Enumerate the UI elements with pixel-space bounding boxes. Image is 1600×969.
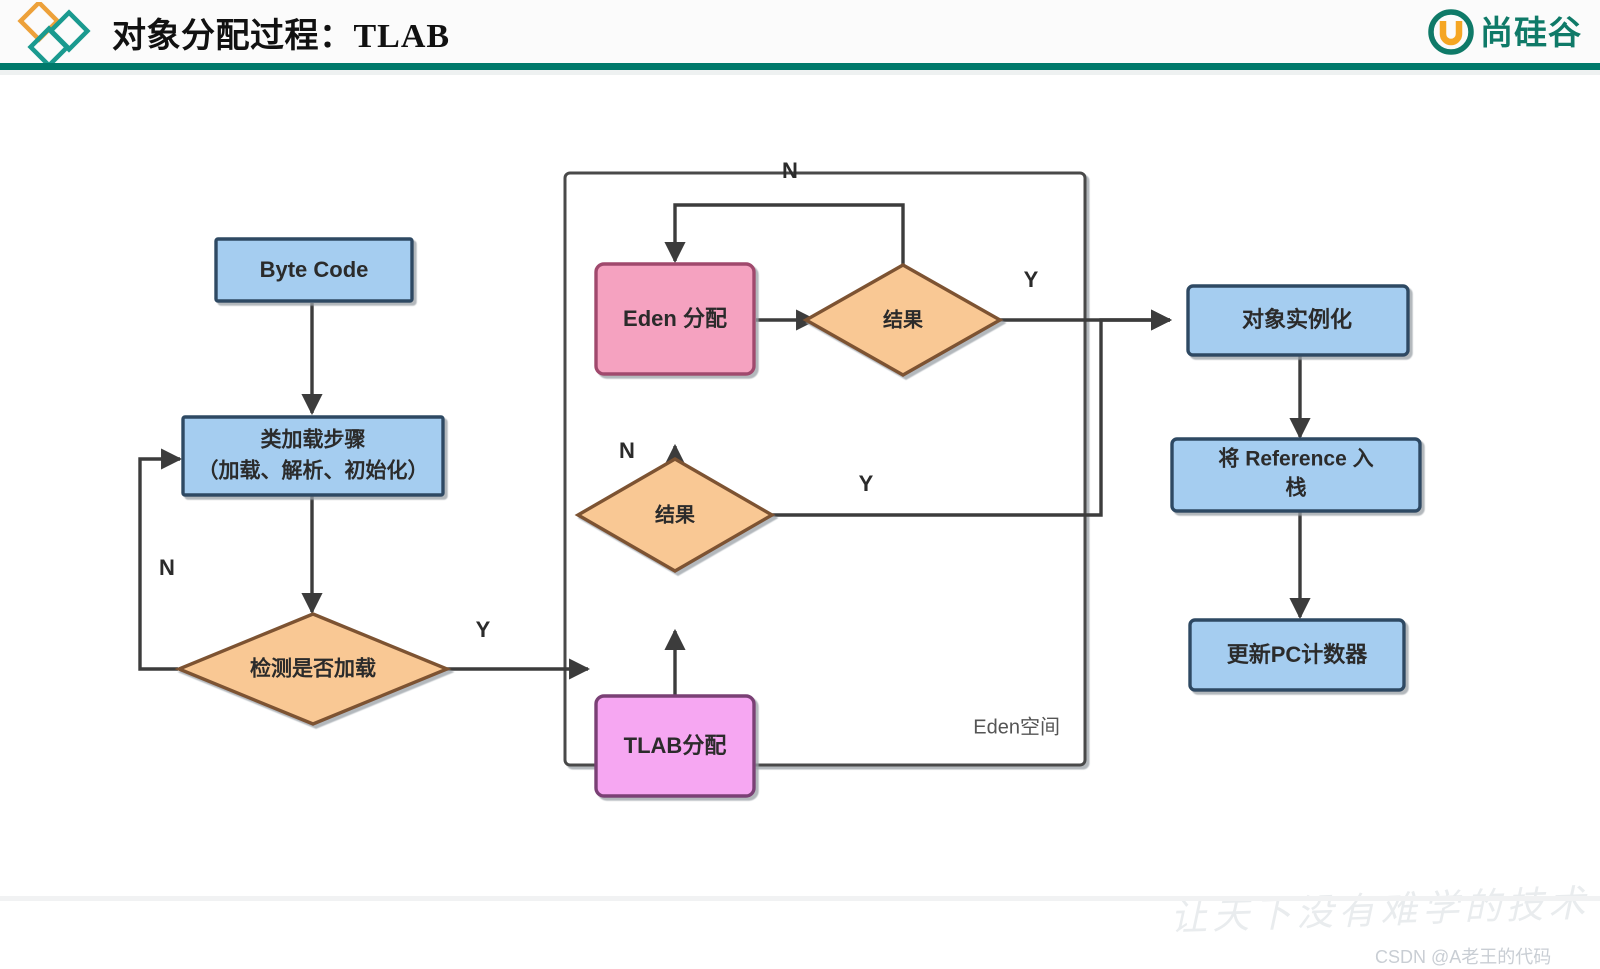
node-push-ref-label: 将 Reference 入 — [1218, 447, 1373, 471]
footer-divider — [0, 896, 1600, 901]
node-eden-alloc-label: Eden 分配 — [623, 306, 727, 331]
node-push-ref: 将 Reference 入 栈 — [1170, 437, 1422, 513]
node-push-ref-label2: 栈 — [1286, 476, 1307, 500]
page-title-latin: TLAB — [353, 18, 451, 55]
node-eden-result-label: 结果 — [883, 307, 923, 331]
node-tlab-result-label: 结果 — [655, 502, 695, 526]
node-update-pc-label: 更新PC计数器 — [1227, 642, 1369, 667]
page-title-colon: ： — [319, 17, 354, 55]
node-tlab-alloc-label: TLAB分配 — [624, 733, 727, 758]
brand-logo-text: 尚硅谷 — [1480, 13, 1582, 51]
watermark-csdn: CSDN @A老王的代码 — [1375, 947, 1552, 967]
edge-label-check-y: Y — [476, 617, 491, 642]
page-title: 对象分配过程：TLAB — [112, 8, 450, 57]
edge-label-tlab-n: N — [619, 438, 635, 463]
edge-label-eden-y: Y — [1024, 267, 1039, 292]
node-instantiate-label: 对象实例化 — [1242, 307, 1352, 332]
eden-space-container: Eden空间 — [563, 171, 1087, 767]
slide-header: 对象分配过程：TLAB 尚硅谷 — [0, 0, 1600, 69]
edge-label-eden-n: N — [782, 158, 798, 183]
node-class-load: 类加载步骤 （加载、解析、初始化） — [181, 415, 445, 497]
node-byte-code: Byte Code — [214, 237, 414, 303]
slide-body: Eden空间 类加载步骤 (left loop) --> N TLAB分配 --… — [0, 75, 1600, 967]
node-eden-alloc: Eden 分配 — [594, 262, 756, 376]
node-instantiate: 对象实例化 — [1186, 284, 1410, 357]
diamonds-logo-icon — [17, 2, 91, 69]
node-class-load-label: 类加载步骤 — [261, 428, 366, 452]
node-tlab-alloc: TLAB分配 — [594, 694, 756, 798]
header-divider — [0, 63, 1600, 70]
node-update-pc: 更新PC计数器 — [1188, 618, 1406, 692]
brand-logo: 尚硅谷 — [1428, 6, 1582, 58]
node-byte-code-label: Byte Code — [260, 257, 369, 282]
page-title-cn: 对象分配过程 — [112, 17, 319, 55]
node-class-load-label2: （加载、解析、初始化） — [198, 459, 429, 483]
u-circle-icon — [1428, 9, 1474, 55]
node-check-loaded: 检测是否加载 — [174, 612, 452, 726]
tlab-allocation-flowchart: Eden空间 类加载步骤 (left loop) --> N TLAB分配 --… — [138, 158, 1422, 798]
edge-label-check-n: N — [159, 555, 175, 580]
eden-space-label: Eden空间 — [973, 715, 1060, 738]
edge-label-tlab-y: Y — [859, 471, 874, 496]
node-check-loaded-label: 检测是否加载 — [250, 657, 376, 681]
